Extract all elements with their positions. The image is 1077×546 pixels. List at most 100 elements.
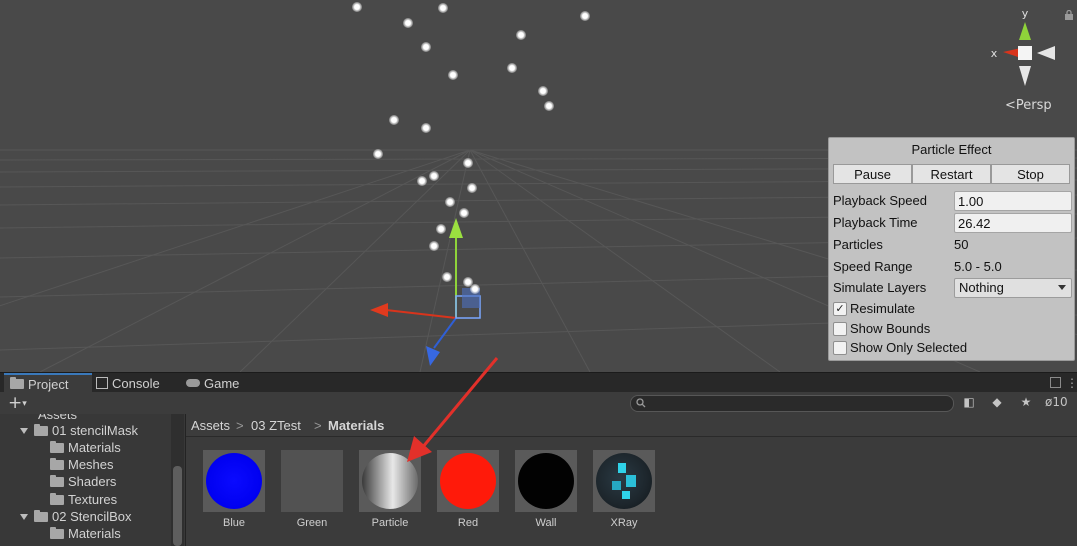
tree-scrollbar[interactable] [171, 414, 184, 546]
tree-item-materials[interactable]: Materials [50, 439, 121, 456]
tree-item-materials[interactable]: Materials [50, 525, 121, 542]
orientation-gizmo[interactable]: y x [985, 8, 1065, 98]
breadcrumb-assets[interactable]: Assets [191, 418, 230, 433]
breadcrumb-separator: > [314, 418, 322, 433]
asset-red[interactable]: Red [437, 450, 499, 529]
dropdown-arrow-icon: ▾ [22, 399, 27, 409]
lock-icon[interactable] [1050, 377, 1061, 388]
asset-name: Red [457, 517, 479, 529]
material-preview [203, 450, 265, 512]
particle [389, 115, 399, 125]
gizmo-y-label: y [1022, 8, 1029, 20]
folder-icon [10, 376, 24, 392]
tree-item-shaders[interactable]: Shaders [50, 473, 116, 490]
tree-item-label: Materials [68, 526, 121, 541]
asset-name: Blue [222, 517, 246, 529]
project-toolbar: +▾ ◧ ◆ ★ ø10 [0, 392, 1077, 415]
search-input[interactable] [630, 395, 954, 412]
asset-blue[interactable]: Blue [203, 450, 265, 529]
folder-icon [34, 509, 48, 522]
tree-item-label: Textures [68, 492, 118, 507]
particle [421, 42, 431, 52]
gizmo-z-cone [426, 346, 440, 366]
checkbox-box[interactable]: ✓ [833, 302, 847, 316]
asset-name: Particle [371, 517, 409, 529]
perspective-toggle[interactable]: <Persp [1005, 98, 1052, 113]
folder-tree[interactable]: Assets 01 stencilMask Materials Meshes S… [0, 414, 186, 546]
favorites-star-icon[interactable]: ★ [1017, 395, 1035, 411]
material-preview [437, 450, 499, 512]
asset-name: Wall [535, 517, 557, 529]
asset-green[interactable]: Green [281, 450, 343, 529]
playback-speed-row: Playback Speed 1.00 [833, 191, 1072, 211]
tree-item-label: 02 StencilBox [52, 509, 132, 524]
breadcrumb-03-ztest[interactable]: 03 ZTest [251, 418, 301, 433]
search-by-label-icon[interactable]: ◆ [988, 395, 1006, 411]
gizmo-y-cone [449, 218, 463, 238]
tab-project[interactable]: Project [4, 373, 92, 393]
asset-wall[interactable]: Wall [515, 450, 577, 529]
tree-item-label: Meshes [68, 457, 114, 472]
more-icon[interactable]: ⋮ [1066, 376, 1077, 390]
folder-icon [50, 492, 64, 505]
folder-icon [50, 474, 64, 487]
playback-time-field[interactable]: 26.42 [954, 213, 1072, 233]
particle [442, 272, 452, 282]
gizmo-x-cone [370, 303, 388, 317]
lock-icon[interactable] [1064, 10, 1074, 20]
speed-range-value: 5.0 - 5.0 [954, 259, 1002, 274]
particle [538, 86, 548, 96]
scrollbar-thumb[interactable] [173, 466, 182, 546]
playback-speed-field[interactable]: 1.00 [954, 191, 1072, 211]
tree-item-textures[interactable]: Textures [50, 491, 117, 508]
show-bounds-checkbox[interactable]: Show Bounds [833, 320, 1070, 338]
particles-label: Particles [833, 237, 883, 252]
particle [436, 224, 446, 234]
stop-button[interactable]: Stop [991, 164, 1070, 184]
create-menu-button[interactable]: +▾ [8, 393, 27, 413]
expand-arrow-icon[interactable] [20, 427, 28, 434]
gizmo-x-axis [385, 309, 457, 319]
material-preview [515, 450, 577, 512]
playback-speed-label: Playback Speed [833, 193, 927, 208]
resimulate-label: Resimulate [850, 301, 916, 316]
pause-button[interactable]: Pause [833, 164, 912, 184]
hidden-count: 10 [1052, 395, 1068, 409]
search-by-type-icon[interactable]: ◧ [960, 395, 978, 411]
tree-item-01-stencilmask[interactable]: 01 stencilMask [20, 422, 138, 439]
breadcrumb-materials[interactable]: Materials [328, 418, 384, 433]
particle-effect-panel: Particle Effect Pause Restart Stop Playb… [828, 137, 1075, 361]
scene-view[interactable]: y x <Persp Particle Effect Pause Restart… [0, 0, 1077, 372]
breadcrumb: Assets > 03 ZTest > Materials [186, 414, 1077, 437]
playback-speed-value: 1.00 [958, 194, 984, 209]
particle [445, 197, 455, 207]
tree-item-label: Assets [38, 414, 78, 422]
resimulate-checkbox[interactable]: ✓ Resimulate [833, 300, 1070, 318]
perspective-label: Persp [1015, 98, 1052, 113]
expand-arrow-icon[interactable] [20, 513, 28, 520]
game-icon [186, 379, 200, 387]
asset-name: Green [296, 517, 328, 529]
hidden-packages-toggle[interactable]: ø10 [1045, 395, 1077, 411]
simulate-layers-dropdown[interactable]: Nothing [954, 278, 1072, 298]
tree-item-meshes[interactable]: Meshes [50, 456, 114, 473]
checkbox-box[interactable] [833, 322, 847, 336]
particle [417, 176, 427, 186]
particle [467, 183, 477, 193]
tab-game[interactable]: Game [186, 373, 256, 393]
asset-xray[interactable]: XRay [593, 450, 655, 529]
show-only-selected-checkbox[interactable]: Show Only Selected [833, 339, 1070, 357]
bottom-tab-bar: Project Console Game ⋮ [0, 372, 1077, 393]
folder-icon [50, 526, 64, 539]
tree-item-02-stencilbox[interactable]: 02 StencilBox [20, 508, 132, 525]
particle [429, 241, 439, 251]
asset-particle[interactable]: Particle [359, 450, 421, 529]
particles-row: Particles 50 [833, 235, 1070, 255]
asset-name: XRay [610, 517, 638, 529]
simulate-layers-value: Nothing [959, 280, 1004, 295]
checkbox-box[interactable] [833, 341, 847, 355]
particle [507, 63, 517, 73]
tab-console[interactable]: Console [96, 373, 176, 393]
restart-button[interactable]: Restart [912, 164, 991, 184]
plus-icon: + [8, 393, 23, 413]
